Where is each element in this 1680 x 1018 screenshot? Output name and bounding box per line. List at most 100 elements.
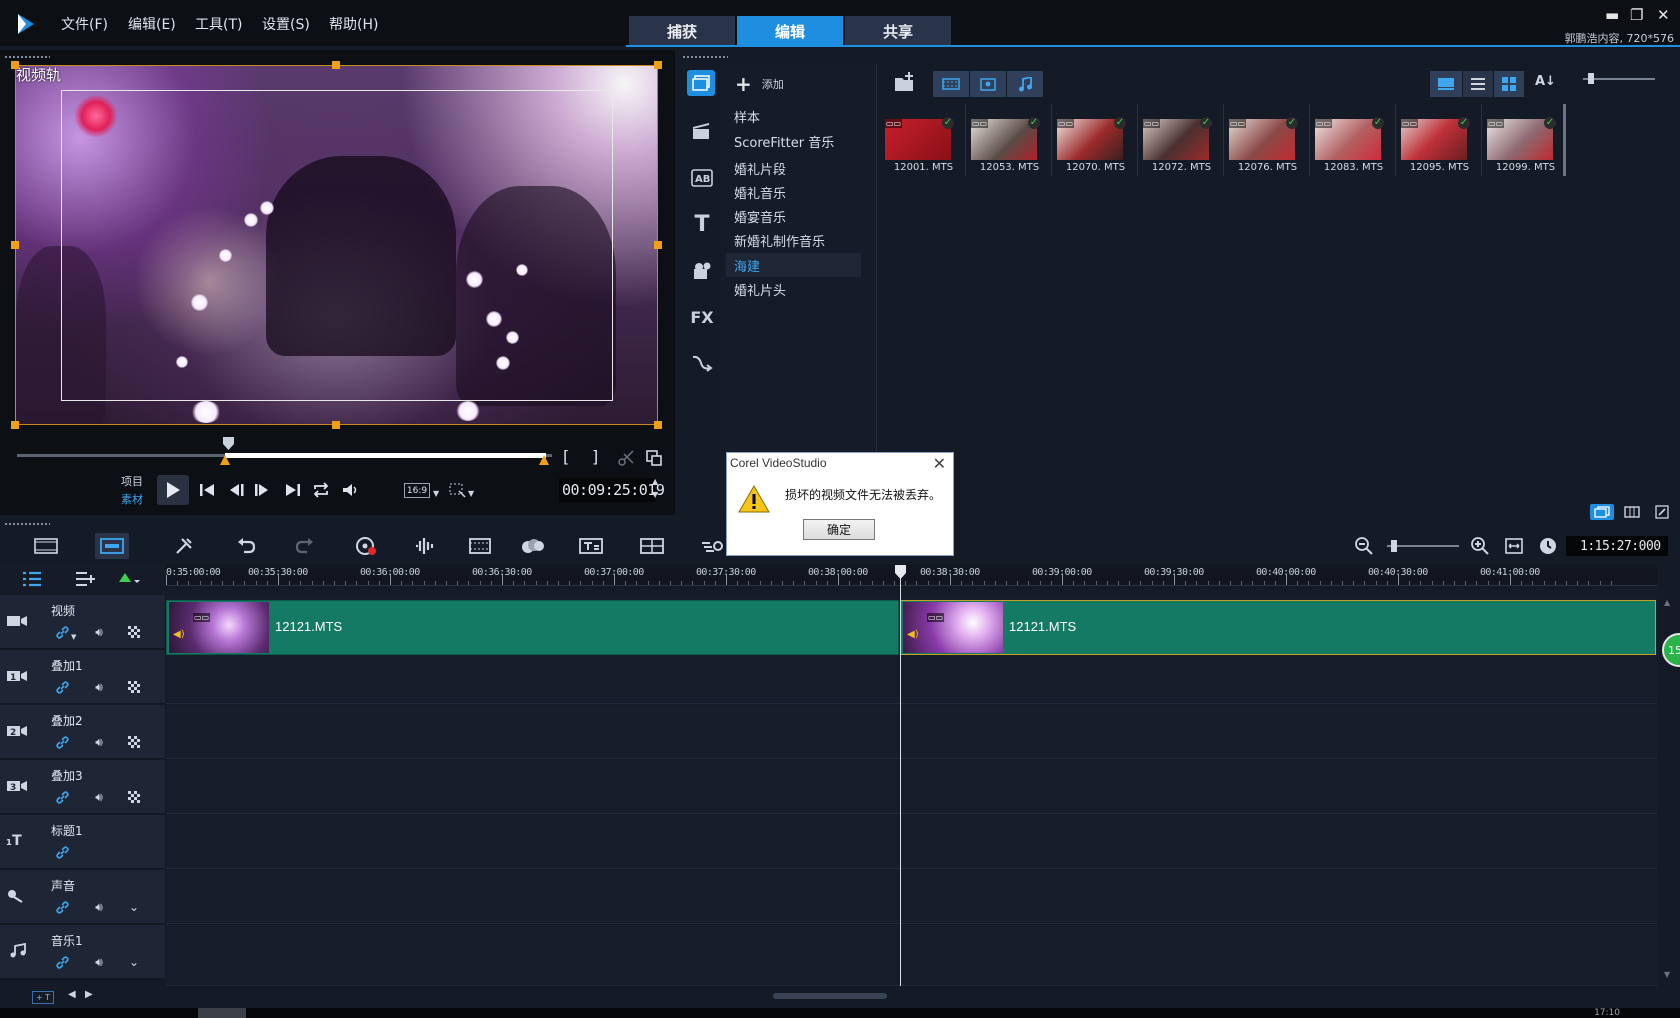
menu-edit[interactable]: 编辑(E) [128,14,176,34]
enlarge-preview-icon[interactable] [645,449,663,467]
mute-track-icon[interactable]: 🔊︎ [92,625,106,639]
scroll-up-icon[interactable]: ▲ [1664,598,1670,607]
add-marker-button[interactable]: + T [32,991,54,1004]
folder-item-selected[interactable]: 海建 [726,253,861,277]
time-remapping-button[interactable] [698,533,726,559]
view-list-button[interactable] [1463,71,1493,97]
timeline-ruler[interactable]: 0:35:00:00 00:35:30:00 00:36:00:00 00:36:30… [166,564,1657,586]
menu-file[interactable]: 文件(F) [61,14,108,34]
track-header-overlay-1[interactable]: 1 叠加1 🔊︎ [0,650,165,704]
library-clip-thumbnail[interactable]: ▭▭ ✓ 12083. MTS [1311,104,1396,176]
expand-track-icon[interactable]: ⌄ [127,955,141,969]
clip-mode-label[interactable]: 素材 [121,491,143,507]
mute-track-icon[interactable]: 🔊︎ [92,955,106,969]
go-to-end-icon[interactable] [283,480,303,500]
thumbnail-size-knob[interactable] [1588,73,1594,84]
volume-icon[interactable] [340,480,360,500]
storyboard-view-button[interactable] [30,533,62,559]
mark-in-icon[interactable]: [ [563,447,569,466]
view-grid-button[interactable] [1494,71,1524,97]
link-icon[interactable] [55,790,69,804]
previous-frame-icon[interactable] [226,480,246,500]
timeline-clip[interactable]: ▭▭ ◀) 12121.MTS [166,600,899,655]
library-options-button[interactable] [1620,504,1644,520]
timecode-down-icon[interactable]: ▼ [652,490,658,499]
resize-handle[interactable] [11,241,19,249]
subtitle-editor-button[interactable] [577,533,605,559]
show-audio-button[interactable] [1007,71,1043,97]
sound-mixer-button[interactable] [411,533,439,559]
playhead-line[interactable] [900,574,901,986]
track-header-overlay-3[interactable]: 3 叠加3 🔊︎ [0,760,165,814]
resize-handle[interactable] [332,61,340,69]
tab-capture[interactable]: 捕获 [629,16,735,46]
library-edit-button[interactable] [1650,504,1674,520]
panel-grip[interactable] [682,55,728,59]
path-icon[interactable] [689,350,715,376]
sort-icon[interactable]: A↓ [1535,74,1556,89]
next-frame-icon[interactable] [252,480,272,500]
instant-project-icon[interactable] [689,118,715,144]
mute-track-icon[interactable]: 🔊︎ [92,735,106,749]
show-photos-button[interactable] [970,71,1006,97]
link-icon[interactable] [55,955,69,969]
playhead-marker-icon[interactable] [894,565,907,579]
auto-music-button[interactable] [466,533,494,559]
chevron-down-icon[interactable]: ▼ [71,633,76,641]
timeline-clip-selected[interactable]: ▭▭ ◀) 12121.MTS [900,600,1656,655]
library-clip-thumbnail[interactable]: ▭▭ ✓ 12053. MTS [967,104,1052,176]
close-icon[interactable]: ✕ [933,454,946,474]
scrubber-handle-icon[interactable] [222,437,235,450]
transition-icon[interactable]: AB [689,165,715,191]
zoom-in-button[interactable] [1466,533,1494,559]
overlay-1-lane[interactable] [166,650,1657,704]
library-clip-thumbnail[interactable]: ▭▭ ✓ 12070. MTS [1053,104,1138,176]
scroll-right-icon[interactable]: ▶ [85,989,93,1000]
timecode-up-icon[interactable]: ▲ [652,477,658,486]
menu-settings[interactable]: 设置(S) [262,14,310,34]
link-icon[interactable] [55,845,69,859]
track-transparency-icon[interactable] [127,790,141,804]
mute-track-icon[interactable]: 🔊︎ [92,900,106,914]
undo-button[interactable] [232,533,260,559]
library-clip-thumbnail[interactable]: ▭▭ ✓ 12076. MTS [1225,104,1310,176]
resize-handle[interactable] [654,61,662,69]
restore-icon[interactable]: ❐ [1630,6,1643,24]
scroll-left-icon[interactable]: ◀ [68,989,76,1000]
minimize-icon[interactable]: ▬ [1605,6,1619,24]
folder-item[interactable]: ScoreFitter 音乐 [734,129,834,153]
view-thumbnail-button[interactable] [1430,71,1462,97]
folder-item[interactable]: 婚礼片头 [734,277,786,301]
library-clip-thumbnail[interactable]: ▭▭ ✓ 12099. MTS [1483,104,1568,176]
folder-item[interactable]: 婚宴音乐 [734,204,786,228]
track-transparency-icon[interactable] [127,735,141,749]
add-folder-button[interactable]: + 添加 [735,72,784,96]
music-1-lane[interactable] [166,925,1657,986]
panel-grip[interactable] [4,522,50,526]
media-icon[interactable] [687,70,715,96]
graphics-icon[interactable] [689,258,715,284]
resize-handle[interactable] [332,421,340,429]
library-clip-thumbnail[interactable]: ▭▭ ✓ 12001. MTS [881,104,966,176]
menu-help[interactable]: 帮助(H) [329,14,378,34]
library-clip-thumbnail[interactable]: ▭▭ ✓ 12072. MTS [1139,104,1224,176]
scroll-down-icon[interactable]: ▼ [1664,970,1670,979]
trim-end-icon[interactable] [539,455,549,465]
track-header-title-1[interactable]: ₁T 标题1 [0,815,165,869]
fit-project-button[interactable] [1500,533,1528,559]
ripple-edit-icon[interactable] [118,572,140,586]
folder-item[interactable]: 样本 [734,104,760,128]
link-icon[interactable] [55,735,69,749]
track-header-overlay-2[interactable]: 2 叠加2 🔊︎ [0,705,165,759]
mute-track-icon[interactable]: 🔊︎ [92,790,106,804]
aspect-ratio-button[interactable]: 16:9 [404,483,430,498]
add-track-icon[interactable] [75,571,95,587]
folder-item[interactable]: 新婚礼制作音乐 [734,228,825,252]
library-scrollbar[interactable] [1563,104,1566,176]
resize-handle[interactable] [654,421,662,429]
link-icon[interactable] [55,680,69,694]
motion-tracking-button[interactable] [519,533,547,559]
ok-button[interactable]: 确定 [803,519,875,540]
link-icon[interactable] [55,900,69,914]
project-duration-button[interactable] [1534,533,1562,559]
